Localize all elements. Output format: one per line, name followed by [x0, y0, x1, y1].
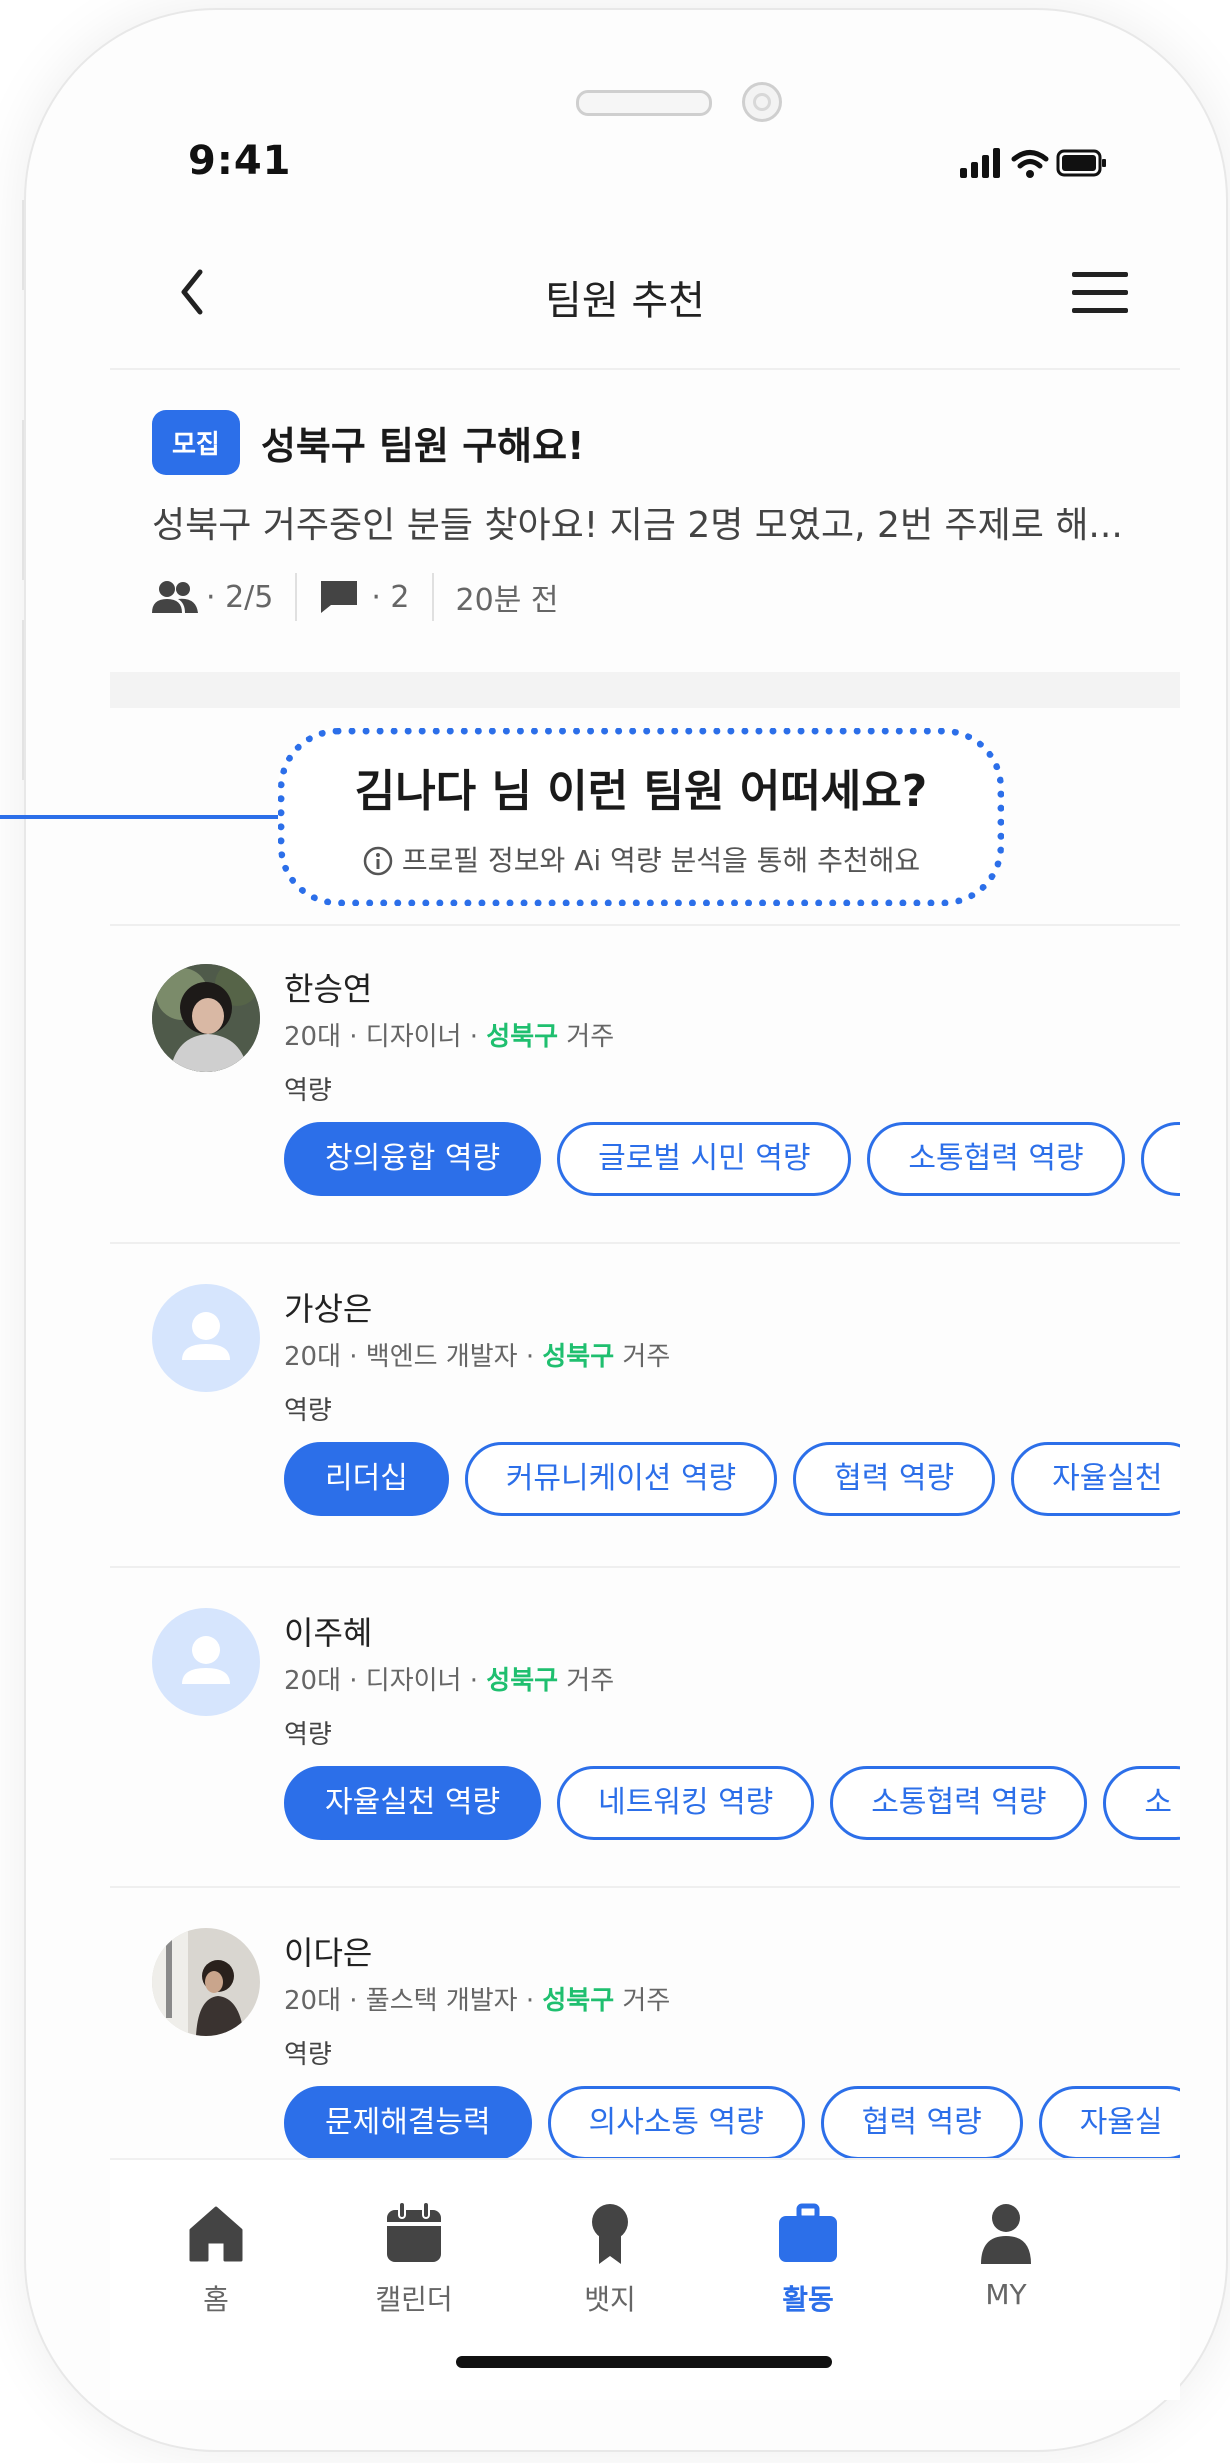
skill-chip[interactable]: [1140, 1122, 1180, 1196]
home-indicator: [456, 2356, 832, 2368]
skill-chip[interactable]: 창의융합 역량: [284, 1122, 542, 1196]
nav-home-label: 홈: [203, 2283, 229, 2316]
member-name: 이다은: [284, 1934, 373, 1972]
nav-calendar-label: 캘린더: [375, 2283, 453, 2316]
member-location: 성북구: [486, 1666, 559, 1696]
avatar: [152, 1608, 260, 1716]
home-icon: [189, 2206, 243, 2262]
member-residence: 거주: [558, 1666, 615, 1696]
member-age-role: 20대 · 풀스택 개발자 ·: [284, 1986, 543, 2016]
avatar: [152, 1928, 260, 2036]
nav-my-label: MY: [985, 2278, 1027, 2311]
user-icon: [981, 2204, 1031, 2264]
skill-chip[interactable]: 소통협력 역량: [830, 1766, 1088, 1840]
skill-chip[interactable]: 자율실: [1038, 2086, 1180, 2160]
briefcase-icon: [779, 2203, 837, 2262]
nav-my[interactable]: MY: [936, 2198, 1076, 2311]
default-user-icon: [182, 1636, 230, 1684]
info-icon: [363, 846, 393, 876]
skill-chips: 자율실천 역량 네트워킹 역량 소통협력 역량 소: [284, 1766, 1180, 1840]
member-age-role: 20대 · 디자이너 ·: [284, 1666, 487, 1696]
member-name: 한승연: [284, 970, 373, 1008]
nav-home[interactable]: 홈: [146, 2198, 286, 2318]
skill-chips: 창의융합 역량 글로벌 시민 역량 소통협력 역량: [284, 1122, 1180, 1196]
nav-activity[interactable]: 활동: [738, 2198, 878, 2318]
skill-chip[interactable]: 리더십: [284, 1442, 449, 1516]
meta-divider: [431, 573, 434, 621]
member-residence: 거주: [558, 1022, 615, 1052]
skills-label: 역량: [284, 1720, 332, 1750]
member-info: 20대 · 디자이너 · 성북구 거주: [284, 1660, 614, 1697]
member-info: 20대 · 디자이너 · 성북구 거주: [284, 1016, 614, 1053]
meta-divider: [295, 573, 298, 621]
member-info: 20대 · 풀스택 개발자 · 성북구 거주: [284, 1980, 670, 2017]
post-time: 20분 전: [455, 583, 559, 618]
status-time: 9:41: [188, 138, 292, 184]
member-location: 성북구: [542, 1986, 615, 2016]
member-info: 20대 · 백엔드 개발자 · 성북구 거주: [284, 1336, 670, 1373]
header-divider: [110, 368, 1180, 370]
member-age-role: 20대 · 디자이너 ·: [284, 1022, 487, 1052]
nav-calendar[interactable]: 캘린더: [344, 2198, 484, 2318]
recommend-subtitle: 프로필 정보와 Ai 역량 분석을 통해 추천해요: [285, 839, 997, 879]
member-card[interactable]: 한승연 20대 · 디자이너 · 성북구 거주 역량 창의융합 역량 글로벌 시민…: [110, 924, 1180, 1242]
default-user-icon: [182, 1312, 230, 1360]
battery-icon: [1056, 149, 1106, 177]
skill-chip[interactable]: 소통협력 역량: [867, 1122, 1125, 1196]
menu-icon[interactable]: [1070, 268, 1130, 318]
skills-label: 역량: [284, 2040, 332, 2070]
post-header[interactable]: 모집 성북구 팀원 구해요!: [152, 410, 1152, 475]
profile-photo: [152, 964, 260, 1072]
member-count: · 2/5: [206, 579, 274, 615]
skill-chips: 문제해결능력 의사소통 역량 협력 역량 자율실: [284, 2086, 1180, 2160]
avatar: [152, 964, 260, 1072]
recruit-badge: 모집: [152, 410, 240, 475]
skill-chip[interactable]: 커뮤니케이션 역량: [464, 1442, 778, 1516]
member-card[interactable]: 가상은 20대 · 백엔드 개발자 · 성북구 거주 역량 리더십 커뮤니케이션 …: [110, 1244, 1180, 1562]
skill-chip[interactable]: 문제해결능력: [284, 2086, 532, 2160]
wifi-dot: [1026, 170, 1034, 178]
calendar-icon: [387, 2201, 441, 2262]
profile-photo: [152, 1928, 260, 2036]
page-title: 팀원 추천: [545, 278, 705, 324]
skill-chip[interactable]: 의사소통 역량: [547, 2086, 805, 2160]
section-separator: [110, 672, 1180, 708]
recommend-subtitle-text: 프로필 정보와 Ai 역량 분석을 통해 추천해요: [401, 844, 921, 877]
skill-chip[interactable]: 협력 역량: [820, 2086, 1023, 2160]
skill-chip[interactable]: 협력 역량: [793, 1442, 996, 1516]
skill-chip[interactable]: 글로벌 시민 역량: [557, 1122, 852, 1196]
status-icons: [960, 148, 1106, 178]
skill-chip[interactable]: 자율실천 역량: [284, 1766, 542, 1840]
nav-badge[interactable]: 뱃지: [540, 2198, 680, 2318]
skill-chip[interactable]: 자율실천: [1011, 1442, 1180, 1516]
recommend-title: 김나다 님 이런 팀원 어떠세요?: [354, 766, 928, 817]
member-residence: 거주: [614, 1342, 671, 1372]
nav-badge-label: 뱃지: [584, 2283, 636, 2316]
comment-count: · 2: [371, 579, 410, 615]
member-name: 가상은: [284, 1290, 373, 1328]
recommend-heading: 김나다 님 이런 팀원 어떠세요? 프로필 정보와 Ai 역량 분석을 통해 추…: [278, 728, 1004, 906]
nav-activity-label: 활동: [782, 2283, 834, 2316]
medal-icon: [592, 2204, 628, 2264]
signal-icon: [960, 148, 1000, 178]
post-title: 성북구 팀원 구해요!: [260, 424, 585, 468]
member-age-role: 20대 · 백엔드 개발자 ·: [284, 1342, 543, 1372]
member-location: 성북구: [486, 1022, 559, 1052]
screen: 9:41 팀원 추천 모집 성북구 팀원 구해요! 성북구 거주중인 분들 찾아…: [0, 0, 1180, 2463]
member-name: 이주혜: [284, 1614, 373, 1652]
member-card[interactable]: 이주혜 20대 · 디자이너 · 성북구 거주 역량 자율실천 역량 네트워킹 역…: [110, 1568, 1180, 1886]
avatar: [152, 1284, 260, 1392]
member-residence: 거주: [614, 1986, 671, 2016]
skill-chip[interactable]: 소: [1103, 1766, 1180, 1840]
post-meta: · 2/5 · 2 20분 전: [152, 572, 558, 622]
skills-label: 역량: [284, 1076, 332, 1106]
comment-icon: [321, 581, 358, 613]
post-body: 성북구 거주중인 분들 찾아요! 지금 2명 모였고, 2번 주제로 해...: [152, 505, 1123, 546]
member-location: 성북구: [542, 1342, 615, 1372]
skills-label: 역량: [284, 1396, 332, 1426]
people-icon: [152, 581, 198, 613]
skill-chips: 리더십 커뮤니케이션 역량 협력 역량 자율실천: [284, 1442, 1180, 1516]
wifi-icon: [1011, 150, 1049, 169]
skill-chip[interactable]: 네트워킹 역량: [557, 1766, 815, 1840]
